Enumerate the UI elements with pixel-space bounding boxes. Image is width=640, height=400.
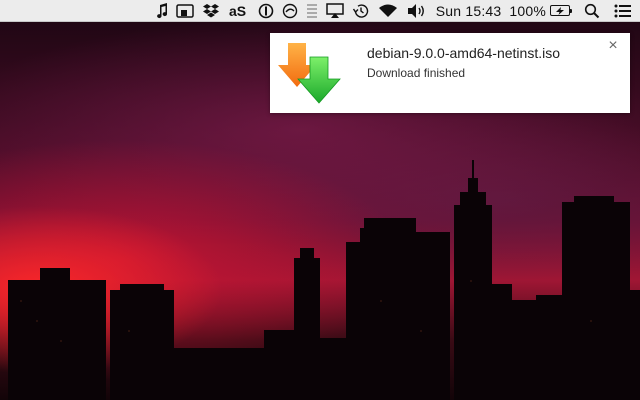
battery-status[interactable]: 100% — [509, 0, 572, 22]
svg-text:aS: aS — [229, 3, 246, 19]
menu-bar: aS Sun 15:43 100% — [0, 0, 640, 22]
spotlight-search-icon[interactable] — [584, 0, 600, 22]
close-button[interactable]: × — [606, 38, 620, 54]
wifi-icon[interactable] — [378, 0, 398, 22]
battery-bars-icon[interactable] — [306, 0, 318, 22]
battery-charging-icon — [550, 5, 572, 16]
time-machine-icon[interactable] — [352, 0, 370, 22]
airplay-icon[interactable] — [326, 0, 344, 22]
lastfm-icon[interactable]: aS — [228, 0, 250, 22]
download-arrows-icon — [278, 41, 344, 105]
volume-icon[interactable] — [406, 0, 428, 22]
clock[interactable]: Sun 15:43 — [436, 0, 502, 22]
download-notification[interactable]: debian-9.0.0-amd64-netinst.iso Download … — [270, 33, 630, 113]
notification-title: debian-9.0.0-amd64-netinst.iso — [367, 45, 561, 61]
notification-center-icon[interactable] — [614, 0, 632, 22]
music-note-icon[interactable] — [156, 0, 168, 22]
notification-body: Download finished — [367, 66, 466, 80]
sync-icon[interactable] — [282, 0, 298, 22]
battery-percent: 100% — [509, 2, 546, 19]
screen-mirroring-icon[interactable] — [176, 0, 194, 22]
dropbox-icon[interactable] — [202, 0, 220, 22]
one-password-icon[interactable] — [258, 0, 274, 22]
